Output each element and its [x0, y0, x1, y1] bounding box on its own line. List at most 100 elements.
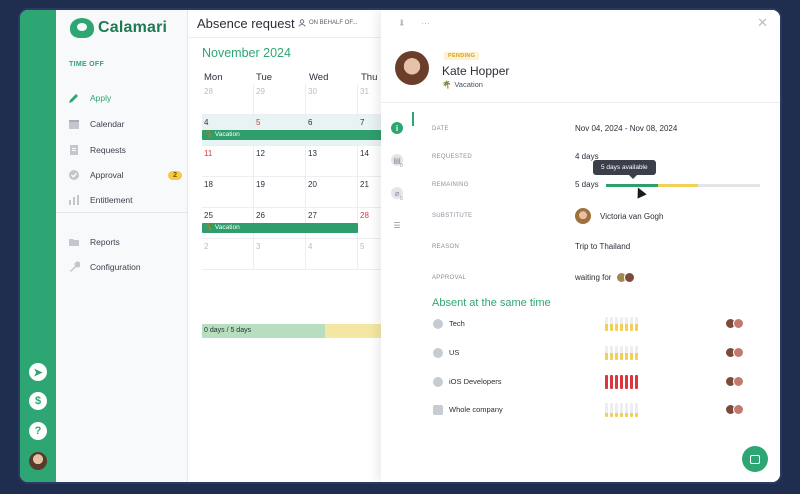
sidebar-item-approval[interactable]: Approval 2 — [68, 167, 186, 183]
team-row[interactable]: Tech — [432, 317, 752, 333]
absence-level-bar — [625, 375, 628, 389]
logo[interactable]: Calamari — [70, 18, 167, 38]
sidebar-item-configuration[interactable]: Configuration — [68, 259, 186, 275]
team-name: iOS Developers — [449, 377, 502, 386]
sidebar-item-label: Requests — [90, 145, 126, 155]
absence-level-fill — [635, 375, 638, 389]
send-icon[interactable]: ➤ — [29, 363, 47, 381]
absence-level-bar — [625, 403, 628, 417]
approver-avatar[interactable] — [624, 272, 636, 283]
absence-level-bar — [615, 346, 618, 360]
sidebar-item-apply[interactable]: Apply — [68, 90, 186, 106]
absence-type: 🌴 Vacation — [442, 80, 483, 89]
absence-level-bar — [610, 317, 613, 331]
team-avatars — [725, 318, 744, 329]
dollar-icon[interactable]: $ — [29, 392, 47, 410]
absence-level-bar — [635, 375, 638, 389]
remaining-value: 5 days — [575, 180, 599, 189]
vacation-event[interactable]: 🌴 Vacation — [202, 130, 382, 140]
absence-level-bar — [610, 403, 613, 417]
person-icon — [298, 19, 306, 27]
calendar-day[interactable]: 11 — [202, 146, 254, 177]
request-detail-panel: ⬇ ⋯ ✕ PENDING Kate Hopper 🌴 Vacation i ▤… — [381, 10, 780, 482]
on-behalf-label: ON BEHALF OF... — [309, 20, 358, 26]
history-icon[interactable]: ☰ — [391, 219, 403, 231]
team-row[interactable]: iOS Developers — [432, 375, 752, 391]
calendar-day[interactable]: 18 — [202, 177, 254, 208]
month-title: November 2024 — [202, 46, 291, 60]
chat-button[interactable] — [742, 446, 768, 472]
member-avatar[interactable] — [733, 347, 744, 358]
sidebar-item-label: Apply — [90, 93, 112, 103]
remaining-progress-bar[interactable] — [606, 184, 760, 187]
absence-level-bar — [630, 317, 633, 331]
team-row[interactable]: Whole company — [432, 403, 752, 419]
team-absence-bars — [605, 346, 638, 360]
pen-icon — [69, 94, 78, 103]
help-icon[interactable]: ? — [29, 422, 47, 440]
user-avatar[interactable] — [29, 452, 47, 470]
absence-level-fill — [605, 375, 608, 389]
calendar-day[interactable]: 3 — [254, 239, 306, 270]
calendar-day[interactable]: 28 — [202, 84, 254, 115]
on-behalf-selector[interactable]: ON BEHALF OF... — [298, 19, 357, 27]
calendar-day[interactable]: 4 — [306, 239, 358, 270]
info-icon[interactable]: i — [391, 122, 403, 134]
absence-level-fill — [625, 375, 628, 389]
absence-level-fill — [630, 324, 633, 331]
calendar-day[interactable]: 20 — [306, 177, 358, 208]
mouse-cursor — [633, 185, 647, 199]
calendar-day[interactable]: 29 — [254, 84, 306, 115]
icon-rail: ➤ $ ? — [20, 10, 56, 482]
vacation-icon: 🌴 — [205, 224, 215, 231]
download-icon[interactable]: ⬇ — [398, 18, 406, 29]
calendar-day[interactable]: 30 — [306, 84, 358, 115]
sidebar-item-entitlement[interactable]: Entitlement — [68, 192, 186, 208]
absence-level-bar — [620, 346, 623, 360]
member-avatar[interactable] — [733, 376, 744, 387]
absence-level-bar — [605, 317, 608, 331]
absence-level-bar — [605, 403, 608, 417]
absence-level-fill — [630, 375, 633, 389]
section-title: TIME OFF — [69, 61, 105, 68]
vacation-event[interactable]: 🌴 Vacation — [202, 223, 358, 233]
absence-level-bar — [635, 346, 638, 360]
sidebar-item-calendar[interactable]: Calendar — [68, 116, 186, 132]
vacation-icon: 🌴 — [205, 131, 215, 138]
company-icon — [433, 405, 443, 415]
member-avatar[interactable] — [733, 404, 744, 415]
absent-section-title: Absent at the same time — [432, 297, 551, 309]
check-circle-icon — [69, 170, 79, 180]
absence-level-fill — [615, 375, 618, 389]
requested-label: REQUESTED — [432, 154, 473, 160]
pending-days-fill — [658, 184, 699, 187]
weekday-header: Wed — [309, 72, 329, 83]
sidebar-item-label: Approval — [90, 170, 124, 180]
sidebar-item-requests[interactable]: Requests — [68, 142, 186, 158]
absence-level-fill — [605, 353, 608, 360]
member-avatar[interactable] — [733, 318, 744, 329]
date-value: Nov 04, 2024 - Nov 08, 2024 — [575, 124, 678, 133]
substitute-value[interactable]: Victoria van Gogh — [575, 208, 663, 224]
remaining-label: REMAINING — [432, 182, 469, 188]
calendar-day[interactable]: 13 — [306, 146, 358, 177]
app-window: ➤ $ ? Calamari TIME OFF Apply Calendar R… — [20, 10, 780, 482]
event-label: Vacation — [214, 224, 240, 231]
absence-level-bar — [625, 346, 628, 360]
team-row[interactable]: US — [432, 346, 752, 362]
absence-level-fill — [605, 412, 608, 417]
more-options-icon[interactable]: ⋯ — [421, 18, 430, 29]
days-summary-bar: 0 days / 5 days — [202, 324, 325, 338]
calendar-day[interactable]: 12 — [254, 146, 306, 177]
comments-count: 0 — [400, 163, 403, 169]
sidebar-item-reports[interactable]: Reports — [68, 234, 186, 250]
absence-level-bar — [635, 403, 638, 417]
calendar-day[interactable]: 19 — [254, 177, 306, 208]
chat-icon — [750, 454, 760, 464]
used-days-fill — [606, 184, 659, 187]
absence-level-fill — [625, 324, 628, 331]
close-icon[interactable]: ✕ — [757, 15, 768, 31]
weekday-header: Tue — [256, 72, 273, 83]
absence-level-bar — [630, 375, 633, 389]
calendar-day[interactable]: 2 — [202, 239, 254, 270]
